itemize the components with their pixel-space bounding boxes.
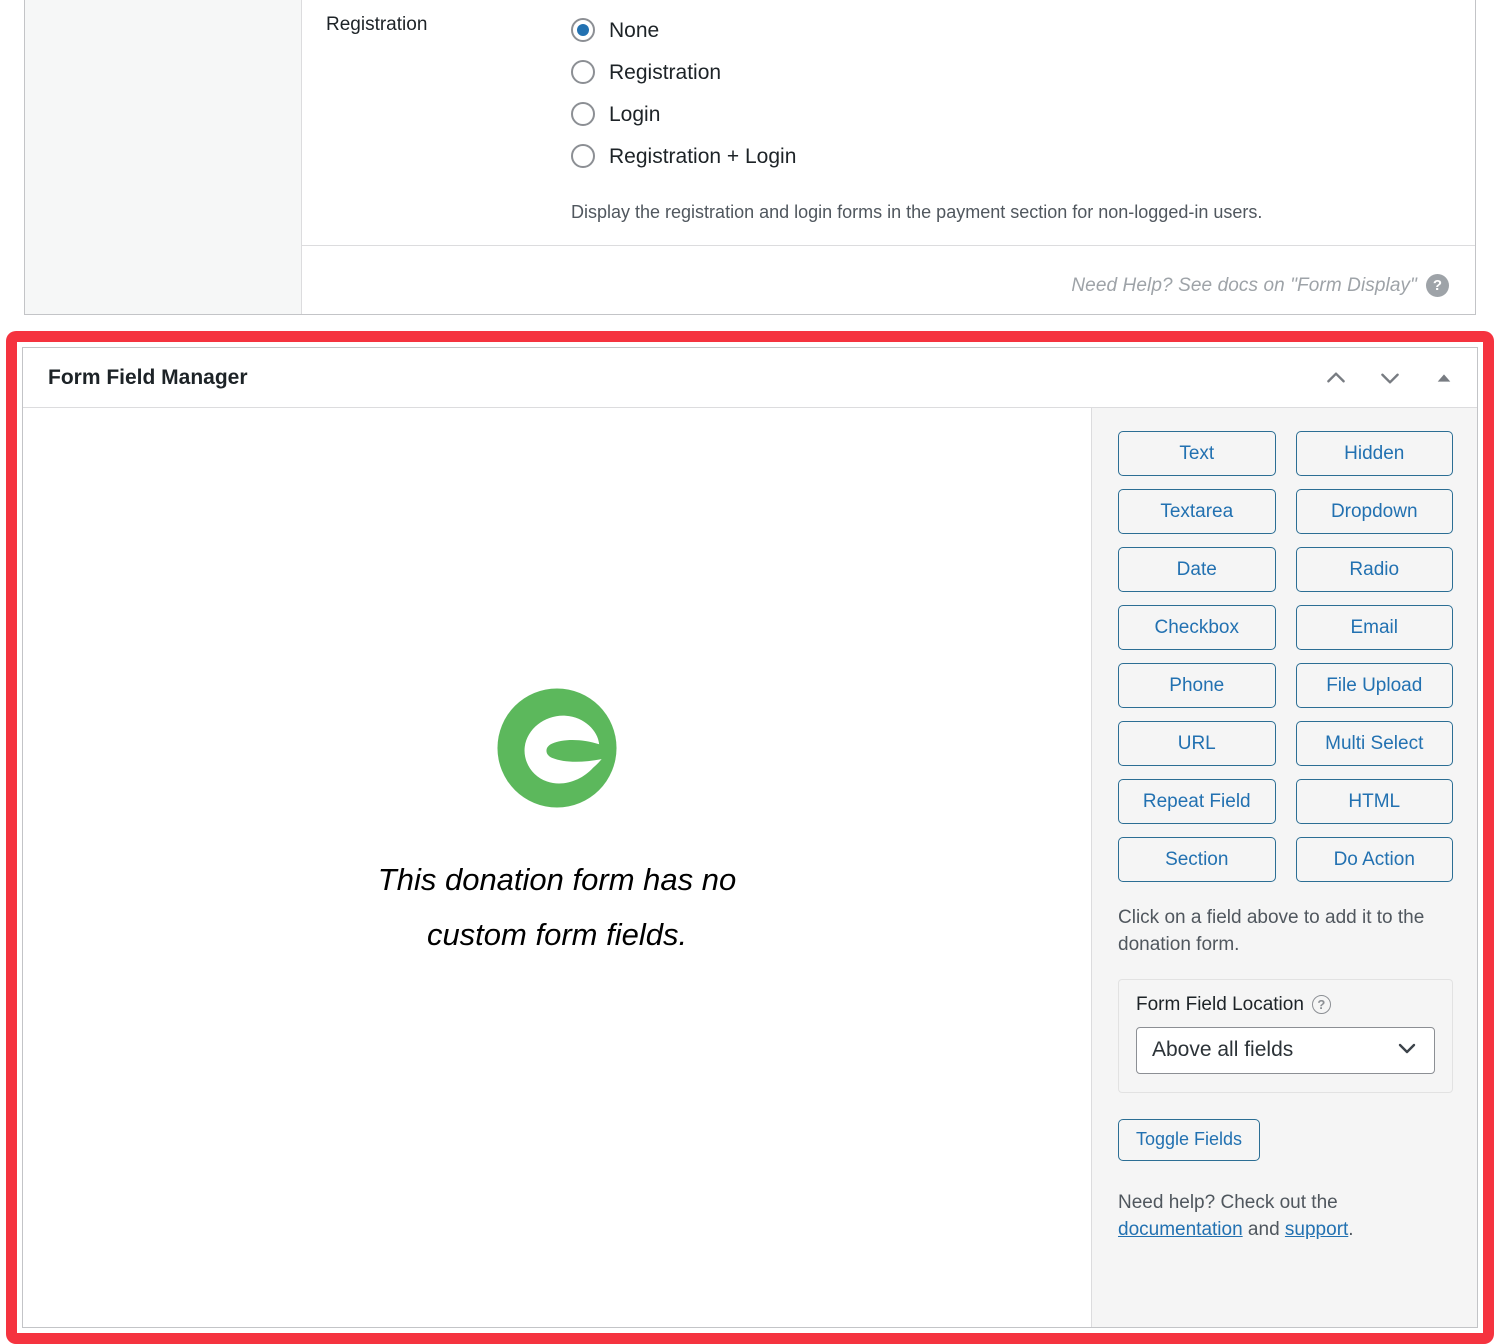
field-button-checkbox[interactable]: Checkbox bbox=[1118, 605, 1276, 650]
radio-indicator-registration-login[interactable] bbox=[571, 144, 595, 168]
form-fields-canvas: This donation form has no custom form fi… bbox=[23, 408, 1091, 1327]
field-button-textarea[interactable]: Textarea bbox=[1118, 489, 1276, 534]
field-button-section[interactable]: Section bbox=[1118, 837, 1276, 882]
form-display-settings-content: Registration None Registration Login Reg… bbox=[302, 0, 1475, 314]
radio-option-none[interactable]: None bbox=[571, 9, 1455, 51]
panel-header-actions bbox=[1321, 363, 1459, 393]
form-display-panel: Registration None Registration Login Reg… bbox=[24, 0, 1476, 315]
registration-setting-row: Registration None Registration Login Reg… bbox=[302, 0, 1475, 245]
radio-option-registration[interactable]: Registration bbox=[571, 51, 1455, 93]
field-button-radio[interactable]: Radio bbox=[1295, 547, 1453, 592]
documentation-link[interactable]: documentation bbox=[1118, 1219, 1243, 1240]
radio-indicator-none[interactable] bbox=[571, 18, 595, 42]
form-field-location-select[interactable]: Above all fields bbox=[1136, 1026, 1435, 1074]
docs-link-text[interactable]: Need Help? See docs on "Form Display" bbox=[1071, 275, 1417, 297]
form-field-manager-header: Form Field Manager bbox=[23, 348, 1477, 408]
givewp-leaf-logo bbox=[495, 686, 619, 810]
field-button-dropdown[interactable]: Dropdown bbox=[1295, 489, 1453, 534]
collapse-panel-icon[interactable] bbox=[1429, 363, 1459, 393]
move-up-icon[interactable] bbox=[1321, 363, 1351, 393]
radio-label-none: None bbox=[609, 18, 660, 42]
help-circle-icon[interactable]: ? bbox=[1311, 995, 1331, 1015]
radio-indicator-registration[interactable] bbox=[571, 60, 595, 84]
form-field-location-box: Form Field Location ? Above all fields bbox=[1118, 978, 1453, 1093]
form-display-docs-row: Need Help? See docs on "Form Display" ? bbox=[302, 245, 1475, 325]
field-palette-hint: Click on a field above to add it to the … bbox=[1118, 907, 1425, 955]
registration-setting-description: Display the registration and login forms… bbox=[571, 202, 1263, 222]
field-button-multi-select[interactable]: Multi Select bbox=[1295, 721, 1453, 766]
form-field-manager-highlight: Form Field Manager This donation form ha… bbox=[6, 331, 1494, 1344]
field-button-email[interactable]: Email bbox=[1295, 605, 1453, 650]
field-button-phone[interactable]: Phone bbox=[1118, 663, 1276, 708]
help-circle-icon[interactable]: ? bbox=[1426, 274, 1449, 298]
field-button-repeat-field[interactable]: Repeat Field bbox=[1118, 779, 1276, 824]
form-field-location-label: Form Field Location bbox=[1136, 993, 1304, 1015]
field-button-file-upload[interactable]: File Upload bbox=[1295, 663, 1453, 708]
help-footer-conjunction: and bbox=[1242, 1219, 1285, 1241]
form-field-manager-panel: Form Field Manager This donation form ha… bbox=[22, 347, 1478, 1328]
form-field-location-label-row: Form Field Location ? bbox=[1136, 994, 1435, 1016]
radio-label-registration-login: Registration + Login bbox=[609, 144, 797, 168]
radio-label-registration: Registration bbox=[609, 60, 722, 84]
field-type-grid: Text Hidden Textarea Dropdown Date Radio… bbox=[1118, 431, 1453, 882]
field-button-text[interactable]: Text bbox=[1118, 431, 1276, 476]
radio-option-registration-login[interactable]: Registration + Login bbox=[571, 135, 1455, 177]
field-palette-sidebar: Text Hidden Textarea Dropdown Date Radio… bbox=[1091, 408, 1477, 1327]
field-button-hidden[interactable]: Hidden bbox=[1295, 431, 1453, 476]
form-field-manager-body: This donation form has no custom form fi… bbox=[23, 408, 1477, 1327]
toggle-fields-button[interactable]: Toggle Fields bbox=[1118, 1118, 1261, 1161]
sidebar-help-footer: Need help? Check out the documentation a… bbox=[1118, 1189, 1453, 1244]
radio-option-login[interactable]: Login bbox=[571, 93, 1455, 135]
field-button-html[interactable]: HTML bbox=[1295, 779, 1453, 824]
settings-nav-sidebar bbox=[25, 0, 302, 314]
registration-setting-control: None Registration Login Registration + L… bbox=[571, 9, 1475, 245]
field-button-do-action[interactable]: Do Action bbox=[1295, 837, 1453, 882]
field-button-date[interactable]: Date bbox=[1118, 547, 1276, 592]
registration-setting-label: Registration bbox=[326, 14, 428, 35]
support-link[interactable]: support bbox=[1285, 1219, 1348, 1240]
panel-title: Form Field Manager bbox=[48, 365, 248, 389]
help-footer-period: . bbox=[1348, 1219, 1354, 1241]
registration-radio-group[interactable]: None Registration Login Registration + L… bbox=[571, 9, 1455, 177]
radio-label-login: Login bbox=[609, 102, 661, 126]
form-field-location-value: Above all fields bbox=[1152, 1038, 1294, 1062]
empty-state-message: This donation form has no custom form fi… bbox=[377, 862, 737, 953]
field-button-url[interactable]: URL bbox=[1118, 721, 1276, 766]
chevron-down-icon bbox=[1395, 1036, 1419, 1065]
move-down-icon[interactable] bbox=[1375, 363, 1405, 393]
radio-indicator-login[interactable] bbox=[571, 102, 595, 126]
help-footer-lead: Need help? Check out the bbox=[1118, 1191, 1338, 1213]
